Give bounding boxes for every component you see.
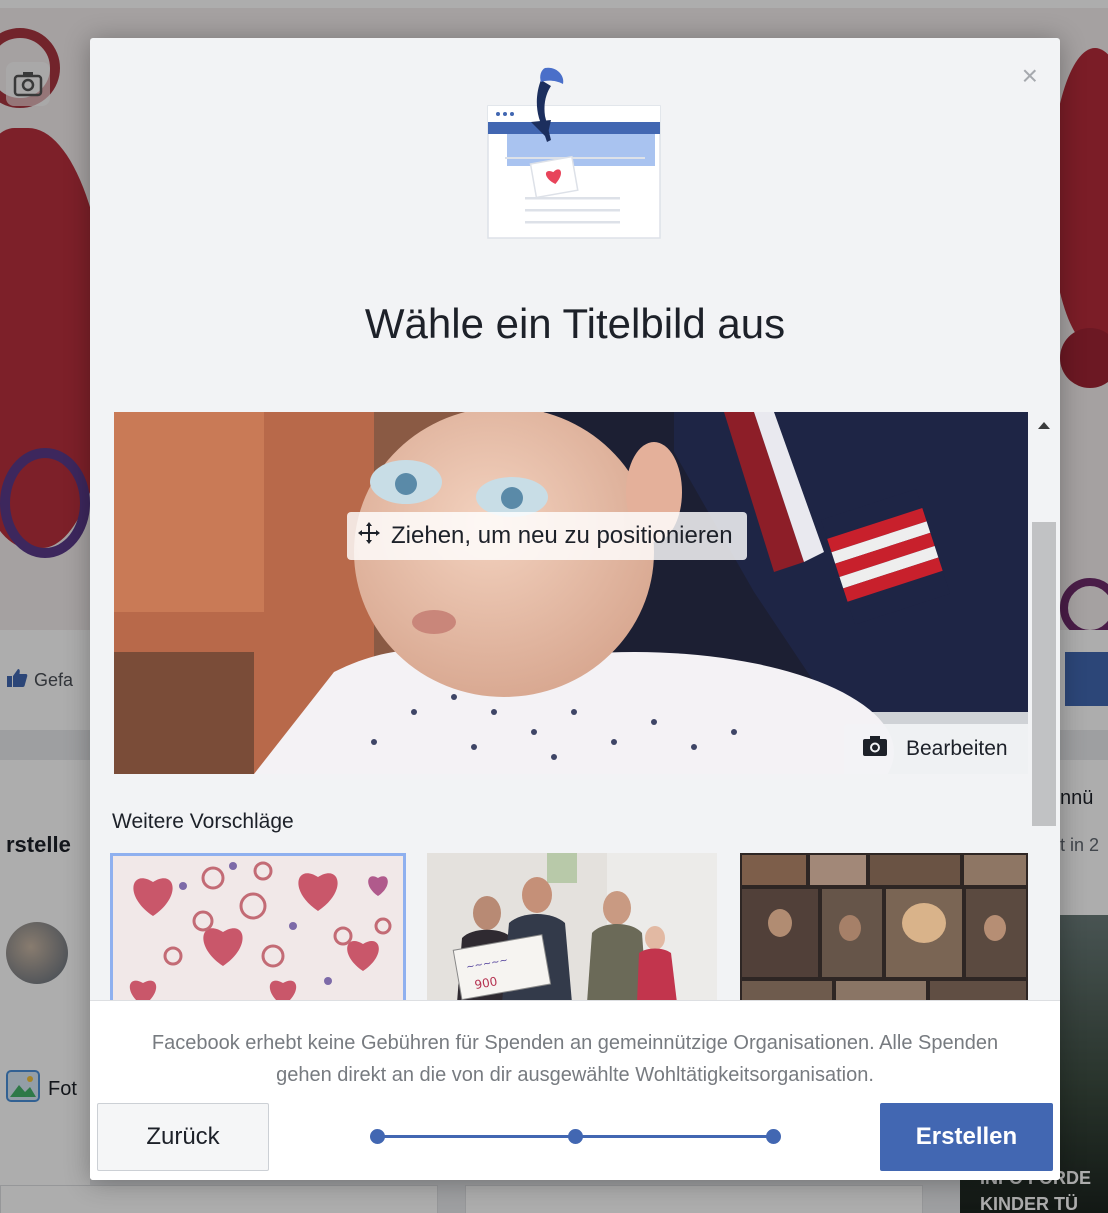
edit-cover-button[interactable]: Bearbeiten [844, 724, 1028, 774]
cover-illustration [485, 62, 665, 242]
cover-photo-image [114, 412, 1028, 774]
progress-stepper [370, 1125, 782, 1149]
step-dot [370, 1129, 385, 1144]
more-suggestions-heading: Weitere Vorschläge [112, 810, 294, 833]
edit-cover-label: Bearbeiten [906, 737, 1008, 760]
dialog-title: Wähle ein Titelbild aus [364, 300, 786, 347]
dialog-scrollbar[interactable] [1032, 412, 1056, 1002]
close-button[interactable]: × [1022, 62, 1038, 90]
fee-disclaimer: Facebook erhebt keine Gebühren für Spend… [151, 1032, 999, 1086]
suggestion-thumbnail-hearts[interactable] [110, 853, 406, 1003]
drag-to-reposition-hint[interactable]: Ziehen, um neu zu positionieren [347, 512, 747, 560]
create-fundraiser-dialog: × Wähle ein Titelbild aus Ziehen, um neu… [90, 38, 1060, 1180]
scroll-up-arrow-icon[interactable] [1038, 422, 1050, 429]
suggestion-thumbnail-group-photo[interactable]: ~~~~~ 900 [427, 853, 717, 1003]
dialog-footer: Facebook erhebt keine Gebühren für Spend… [90, 1000, 1060, 1180]
step-dot [568, 1129, 583, 1144]
camera-icon [862, 735, 888, 763]
back-button[interactable]: Zurück [97, 1103, 269, 1171]
scrollbar-thumb[interactable] [1032, 522, 1056, 826]
move-arrows-icon [357, 521, 381, 552]
cover-photo-preview[interactable]: Ziehen, um neu zu positionieren Bearbeit… [114, 412, 1028, 774]
drag-hint-label: Ziehen, um neu zu positionieren [391, 522, 733, 549]
suggestion-thumbnail-collage[interactable] [740, 853, 1028, 1003]
step-dot [766, 1129, 781, 1144]
create-button[interactable]: Erstellen [880, 1103, 1053, 1171]
